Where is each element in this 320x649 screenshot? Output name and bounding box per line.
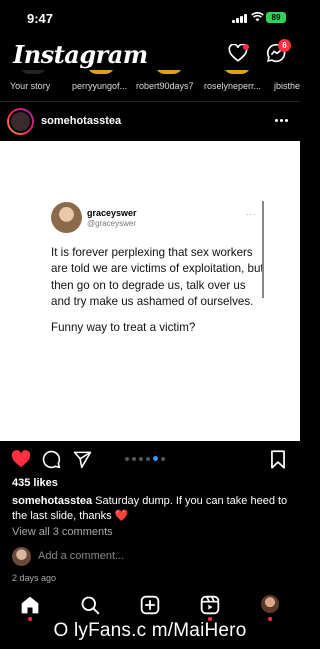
story-item[interactable]: roselyneperr... <box>204 70 270 96</box>
commenter-avatar <box>12 547 31 566</box>
share-icon[interactable] <box>73 450 92 469</box>
caption-username[interactable]: somehotasstea <box>12 495 92 507</box>
view-comments-link[interactable]: View all 3 comments <box>12 526 113 538</box>
likes-count[interactable]: 435 likes <box>12 477 58 489</box>
battery-level: 89 <box>271 13 281 22</box>
carousel-dot-active <box>153 456 158 461</box>
status-time: 9:47 <box>27 11 54 26</box>
carousel-dot <box>161 456 165 461</box>
tweet-paragraph: Funny way to treat a victim? <box>51 320 196 334</box>
comment-icon[interactable] <box>42 450 61 469</box>
app-header: Instagram 6 <box>0 36 300 72</box>
signal-icon <box>232 13 248 23</box>
instagram-logo[interactable]: Instagram <box>13 40 148 69</box>
post-actions <box>0 448 300 472</box>
carousel-dot <box>146 456 150 461</box>
messages-badge: 6 <box>278 39 291 52</box>
heart-filled-icon[interactable] <box>11 450 31 468</box>
post-image[interactable]: graceyswer @graceyswer ... It is forever… <box>0 141 300 441</box>
tweet-body: It is forever perplexing that sex worker… <box>51 245 266 345</box>
tweet-avatar <box>51 202 82 233</box>
profile-avatar[interactable] <box>261 595 279 613</box>
tweet-more-icon: ... <box>246 207 257 217</box>
story-item[interactable]: robert90days7 <box>136 70 202 96</box>
story-avatar <box>223 70 251 74</box>
red-heart-emoji: ❤️ <box>114 509 129 522</box>
post-timestamp: 2 days ago <box>12 573 57 583</box>
watermark: O lyFans.c m/MaiHero <box>53 620 247 641</box>
carousel-dot <box>139 456 143 461</box>
story-avatar <box>19 70 47 74</box>
story-label: roselyneperr... <box>204 81 262 91</box>
wifi-icon <box>251 12 264 22</box>
divider <box>0 101 300 102</box>
create-icon[interactable] <box>140 595 160 615</box>
story-avatar <box>87 70 115 74</box>
post-username[interactable]: somehotasstea <box>41 115 121 127</box>
activity-dot <box>243 44 249 50</box>
stories-row[interactable]: Your story perryyungof... robert90days7 … <box>0 70 300 96</box>
home-icon[interactable] <box>20 595 40 615</box>
story-item[interactable]: jbisthe <box>272 70 300 96</box>
search-icon[interactable] <box>80 595 100 615</box>
more-options-icon[interactable] <box>275 119 288 122</box>
post-caption: somehotasstea Saturday dump. If you can … <box>12 494 292 523</box>
status-bar: 9:47 89 <box>0 0 300 36</box>
carousel-dot <box>125 456 129 461</box>
story-item[interactable]: Your story <box>0 70 62 96</box>
bookmark-icon[interactable] <box>270 450 286 469</box>
story-avatar <box>155 70 183 74</box>
carousel-dot <box>132 456 136 461</box>
bottom-nav <box>0 588 300 622</box>
story-label: robert90days7 <box>136 81 194 91</box>
tweet-author-name: graceyswer <box>87 208 137 218</box>
story-label: Your story <box>10 81 51 91</box>
reels-icon[interactable] <box>200 595 220 615</box>
story-item[interactable]: perryyungof... <box>68 70 132 96</box>
story-label: jbisthe <box>274 81 300 91</box>
battery-icon: 89 <box>266 12 286 23</box>
tweet-paragraph: It is forever perplexing that sex worker… <box>51 246 264 309</box>
post-header: somehotasstea <box>0 106 300 138</box>
add-comment-input[interactable]: Add a comment... <box>38 550 124 562</box>
scroll-indicator <box>262 201 264 298</box>
story-label: perryyungof... <box>72 81 128 91</box>
tweet-author-handle: @graceyswer <box>87 219 137 228</box>
carousel-dots <box>125 456 165 461</box>
post-author-avatar[interactable] <box>7 108 34 135</box>
